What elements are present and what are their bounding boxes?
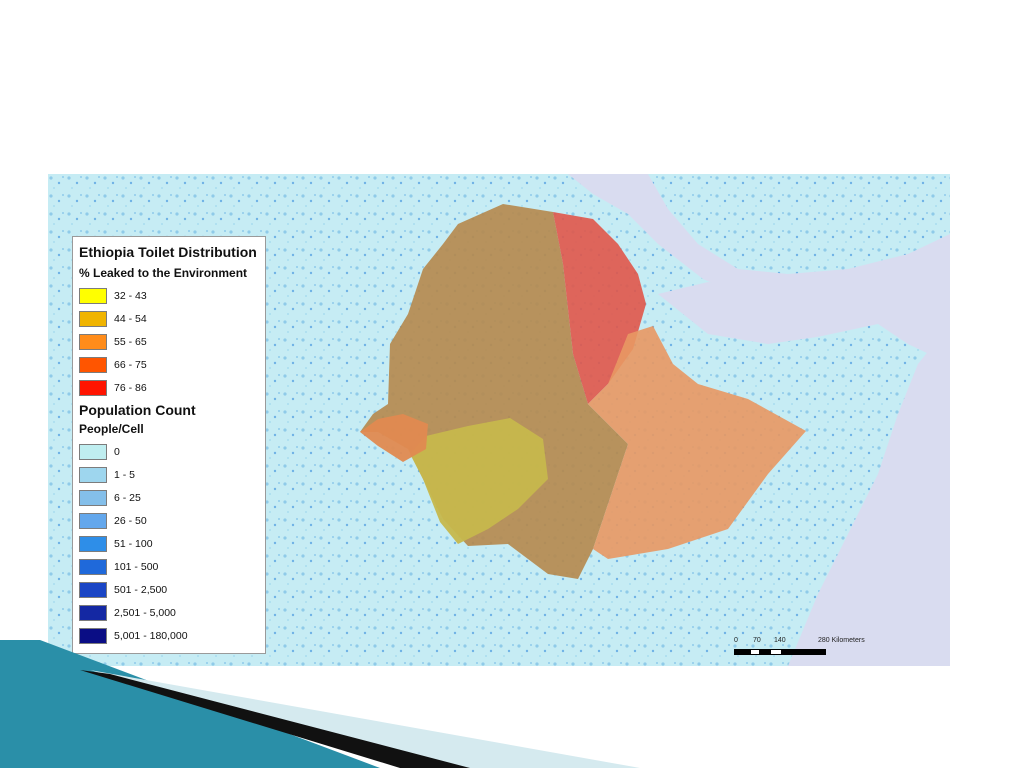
population-class-row: 501 - 2,500 xyxy=(79,578,259,601)
leak-class-label: 55 - 65 xyxy=(114,335,147,348)
population-class-swatch xyxy=(79,604,107,621)
population-class-swatch xyxy=(79,581,107,598)
population-class-label: 6 - 25 xyxy=(114,491,141,504)
population-class-swatch xyxy=(79,466,107,483)
population-class-swatch xyxy=(79,443,107,460)
population-class-label: 1 - 5 xyxy=(114,468,136,481)
population-class-row: 26 - 50 xyxy=(79,509,259,532)
legend-subtitle: % Leaked to the Environment xyxy=(79,266,248,280)
leak-class-list: 32 - 43 44 - 54 55 - 65 66 - 75 76 - 86 xyxy=(79,284,259,399)
population-class-swatch xyxy=(79,535,107,552)
leak-class-label: 66 - 75 xyxy=(114,358,147,371)
slide-teal-wedge xyxy=(0,640,380,768)
slide-corner-decoration xyxy=(0,640,640,768)
population-class-swatch xyxy=(79,512,107,529)
leak-class-row: 44 - 54 xyxy=(79,307,259,330)
leak-class-swatch xyxy=(79,287,107,304)
population-class-label: 0 xyxy=(114,445,120,458)
leak-class-swatch xyxy=(79,379,107,396)
population-subtitle: People/Cell xyxy=(79,422,144,436)
leak-class-label: 76 - 86 xyxy=(114,381,147,394)
population-class-row: 101 - 500 xyxy=(79,555,259,578)
leak-class-swatch xyxy=(79,333,107,350)
population-class-label: 101 - 500 xyxy=(114,560,159,573)
population-class-label: 26 - 50 xyxy=(114,514,147,527)
population-class-row: 2,501 - 5,000 xyxy=(79,601,259,624)
population-title: Population Count xyxy=(79,402,196,418)
population-class-row: 1 - 5 xyxy=(79,463,259,486)
population-class-label: 501 - 2,500 xyxy=(114,583,168,596)
population-class-list: 0 1 - 5 6 - 25 26 - 50 51 - 100 101 - 500 501 … xyxy=(79,440,259,647)
leak-class-label: 44 - 54 xyxy=(114,312,147,325)
leak-class-row: 76 - 86 xyxy=(79,376,259,399)
leak-class-row: 66 - 75 xyxy=(79,353,259,376)
population-class-swatch xyxy=(79,558,107,575)
leak-class-swatch xyxy=(79,356,107,373)
leak-class-row: 32 - 43 xyxy=(79,284,259,307)
population-class-swatch xyxy=(79,489,107,506)
population-class-label: 51 - 100 xyxy=(114,537,153,550)
leak-class-row: 55 - 65 xyxy=(79,330,259,353)
leak-class-label: 32 - 43 xyxy=(114,289,147,302)
population-class-row: 0 xyxy=(79,440,259,463)
population-class-row: 6 - 25 xyxy=(79,486,259,509)
leak-class-swatch xyxy=(79,310,107,327)
map-legend: Ethiopia Toilet Distribution % Leaked to… xyxy=(72,236,266,654)
legend-title: Ethiopia Toilet Distribution xyxy=(79,244,257,260)
population-class-row: 51 - 100 xyxy=(79,532,259,555)
population-class-label: 2,501 - 5,000 xyxy=(114,606,176,619)
